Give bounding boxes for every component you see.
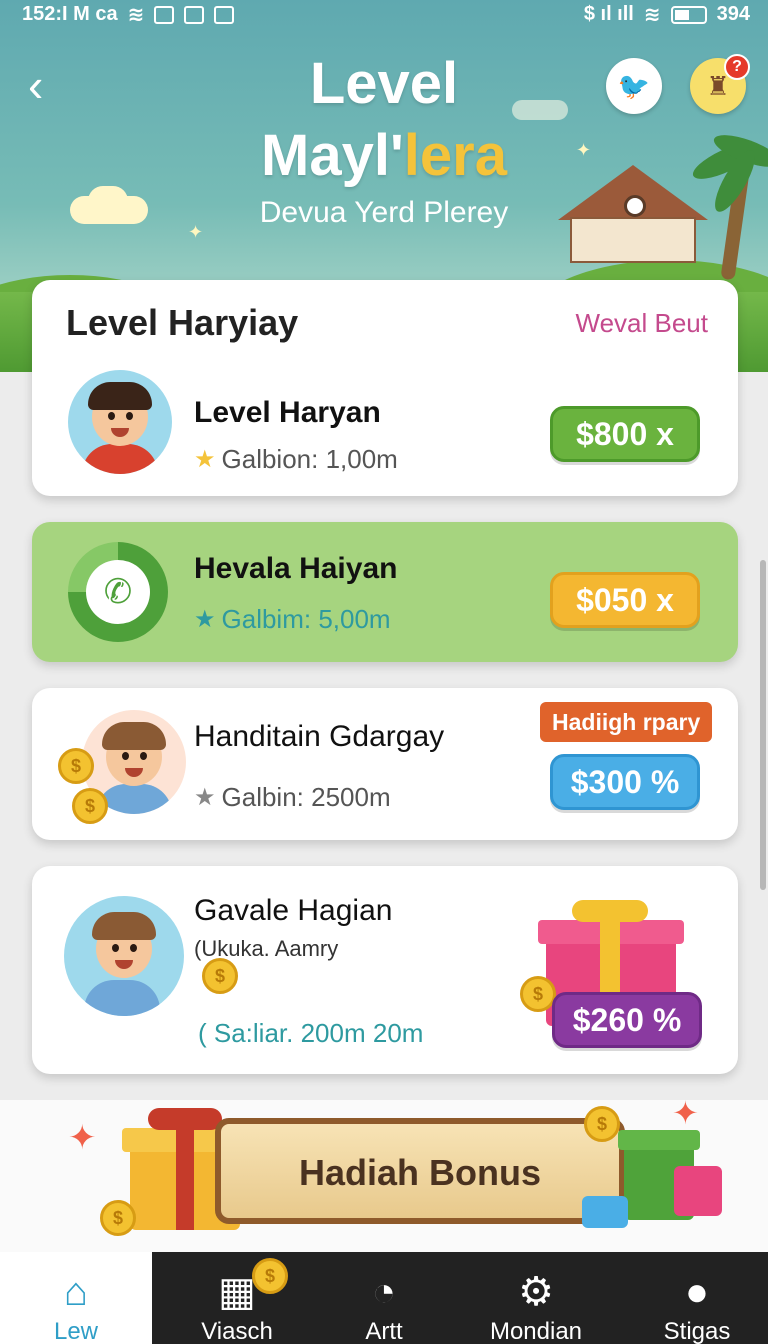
notification-icon: [154, 5, 175, 24]
price-button[interactable]: $260 %: [552, 992, 702, 1048]
bird-icon: 🐦: [617, 70, 651, 101]
page-subtitle: Devua Yerd Plerey: [259, 196, 509, 229]
coin-icon: $: [202, 958, 238, 994]
status-time: 152:I M ca: [22, 3, 118, 25]
wifi-icon: ≋: [127, 4, 145, 26]
star-icon: ★: [194, 446, 216, 473]
row-subtitle: (Ukuka. Aamry: [194, 936, 339, 961]
bonus-button[interactable]: Hadiah Bonus: [215, 1118, 625, 1224]
coin-icon: $: [584, 1106, 620, 1142]
page-title-line2: Mayl'lera: [261, 123, 507, 188]
battery-level: 394: [716, 3, 750, 25]
coin-icon: $: [100, 1200, 136, 1236]
level-card: $ Gavale Hagian (Ukuka. Aamry ( Sa:liar.…: [32, 866, 738, 1074]
row-meta: ★ Galbin: 2500m: [194, 782, 391, 812]
phone-avatar: ✆: [68, 542, 168, 642]
row-title: Gavale Hagian: [194, 894, 393, 927]
nav-item-settings[interactable]: ⚙ Mondian: [446, 1252, 626, 1344]
price-button[interactable]: $800 x: [550, 406, 700, 462]
avatar: [64, 896, 184, 1016]
nav-item-home[interactable]: ⌂ Lew: [0, 1252, 152, 1344]
phone-icon: ✆: [86, 560, 150, 624]
avatar: [68, 370, 172, 474]
battery-icon: [670, 5, 707, 24]
star-icon: ★: [194, 784, 216, 811]
bonus-label: Hadiah Bonus: [298, 1152, 541, 1193]
notification-icon: [184, 5, 205, 24]
row-meta: ★ Galbim: 5,00m: [194, 604, 391, 634]
home-icon: ⌂: [63, 1270, 89, 1314]
bird-button[interactable]: 🐦: [606, 58, 662, 114]
gift-illustration: [618, 1116, 728, 1226]
shop-icon: ▦: [218, 1270, 256, 1314]
compass-icon: ◔: [371, 1270, 397, 1314]
scrollbar[interactable]: [760, 560, 766, 890]
wifi-icon: ≋: [643, 4, 661, 26]
coin-icon: $: [252, 1258, 288, 1294]
nav-item-shop[interactable]: ▦ $ Viasch: [152, 1252, 322, 1344]
price-button[interactable]: $300 %: [550, 754, 700, 810]
coin-icon: $: [72, 788, 108, 824]
view-all-link[interactable]: Weval Beut: [576, 308, 708, 339]
star-icon: ✦: [672, 1095, 699, 1131]
coin-icon: $: [520, 976, 556, 1012]
notification-badge: ?: [724, 54, 750, 80]
coin-icon: $: [58, 748, 94, 784]
signal-icon: $ ıl ıll: [583, 3, 634, 25]
checkbox-notification-icon: [214, 5, 235, 24]
user-icon: ●: [684, 1270, 710, 1314]
gift-illustration: [582, 1190, 630, 1230]
promo-tag: Hadiigh rpary: [540, 702, 713, 742]
status-bar: 152:I M ca ≋ $ ıl ıll ≋ 394: [0, 0, 768, 30]
level-card: $ $ Handitain Gdargay Hadiigh rpary ★ Ga…: [32, 688, 738, 840]
bottom-nav: ⌂ Lew ▦ $ Viasch ◔ Artt ⚙ Mondian ● Stig…: [0, 1252, 768, 1344]
nav-item-profile[interactable]: ● Stigas: [626, 1252, 768, 1344]
card-heading: Level Haryiay: [66, 302, 299, 343]
row-title: Level Haryan: [194, 396, 381, 429]
star-icon: ★: [194, 606, 216, 633]
nav-item-explore[interactable]: ◔ Artt: [322, 1252, 446, 1344]
price-button[interactable]: $050 x: [550, 572, 700, 628]
star-icon: ✦: [68, 1119, 97, 1157]
gear-icon: ⚙: [518, 1270, 554, 1314]
row-meta: ★ Galbion: 1,00m: [194, 444, 398, 474]
row-title: Hevala Haiyan: [194, 552, 398, 585]
level-card: ✆ Hevala Haiyan ★ Galbim: 5,00m $050 x: [32, 522, 738, 662]
level-card: Level Haryiay Weval Beut Level Haryan ★ …: [32, 280, 738, 496]
notifications-button[interactable]: ♜ ?: [690, 54, 750, 114]
row-title: Handitain Gdargay: [194, 720, 445, 753]
row-meta: ( Sa:liar. 200m 20m: [198, 1018, 424, 1048]
